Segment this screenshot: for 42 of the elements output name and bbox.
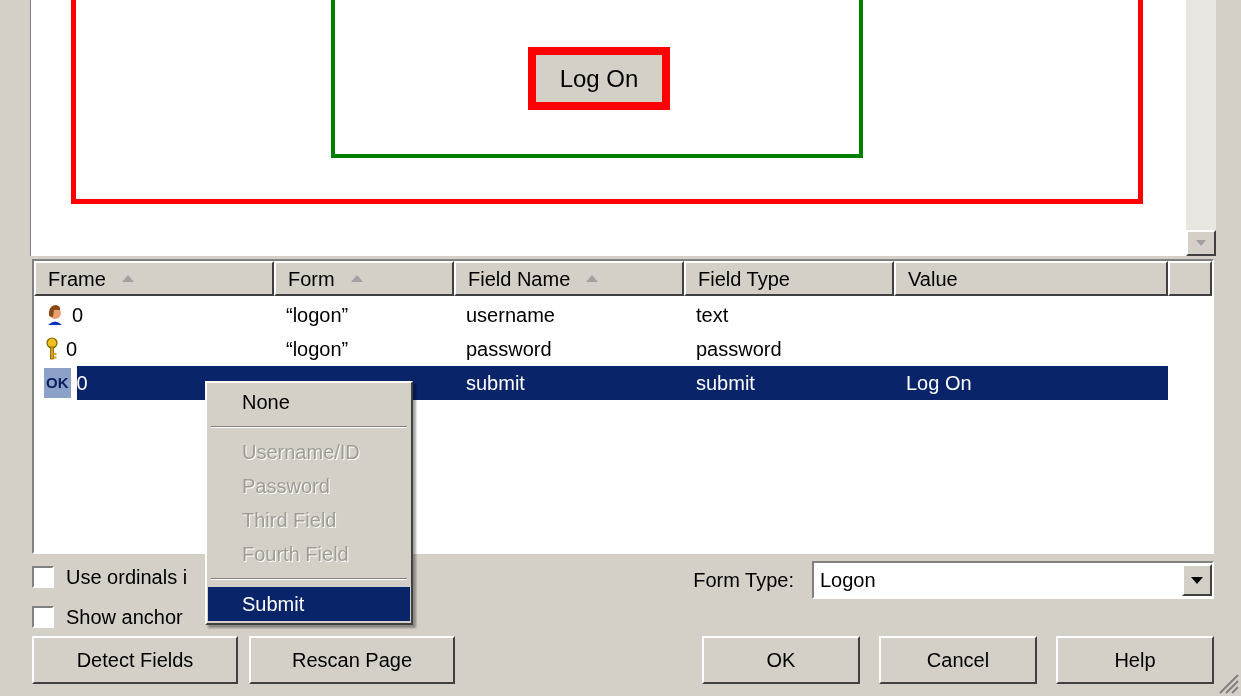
form-type-dropdown[interactable]: Logon (812, 561, 1214, 599)
table-cell-text: Log On (906, 371, 972, 396)
down-arrow-icon (1196, 240, 1206, 246)
table-cell-text: “logon” (286, 303, 349, 328)
table-cell-text: 0 (72, 303, 85, 328)
checkbox[interactable] (32, 566, 54, 588)
form-type-label: Form Type: (693, 568, 794, 593)
key-icon (44, 337, 60, 361)
table-cell-text: submit (466, 371, 525, 396)
checkbox[interactable] (32, 606, 54, 628)
column-header[interactable]: Form (274, 261, 454, 296)
scroll-down-button[interactable] (1186, 230, 1216, 256)
checkbox-label: Show anchor (66, 605, 183, 630)
log-on-button[interactable]: Log On (559, 60, 639, 97)
column-header[interactable]: Value (894, 261, 1168, 296)
table-cell-text: text (696, 303, 729, 328)
table-cell-text: 0 (66, 337, 79, 362)
column-header[interactable]: Field Type (684, 261, 894, 296)
dialog-button[interactable]: Cancel (879, 636, 1037, 684)
dropdown-button[interactable] (1182, 564, 1212, 596)
table-cell-text: password (696, 337, 782, 362)
resize-grip-icon (1217, 672, 1239, 694)
ok-badge: OK (44, 368, 71, 398)
menu-item[interactable]: Submit (208, 587, 410, 621)
caret-icon (1191, 576, 1203, 584)
dialog-button[interactable]: OK (702, 636, 860, 684)
column-header[interactable]: Frame (34, 261, 274, 296)
sort-arrow-icon (121, 275, 134, 282)
table-row[interactable]: 0 “logon” password password (34, 332, 1168, 366)
action-button[interactable]: Rescan Page (249, 636, 455, 684)
action-button[interactable]: Detect Fields (32, 636, 238, 684)
checkbox-label: Use ordinals i (66, 565, 188, 590)
scrollbar[interactable] (1186, 0, 1216, 256)
table-row[interactable]: 0 “logon” username text (34, 298, 1168, 332)
dialog-button[interactable]: Help (1056, 636, 1214, 684)
column-header[interactable]: Field Name (454, 261, 684, 296)
table-cell-text: password (466, 337, 552, 362)
table-cell-text: submit (696, 371, 755, 396)
sort-arrow-icon (586, 275, 599, 282)
sort-arrow-icon (350, 275, 363, 282)
table-cell-text: username (466, 303, 555, 328)
table-cell-text: “logon” (286, 337, 349, 362)
